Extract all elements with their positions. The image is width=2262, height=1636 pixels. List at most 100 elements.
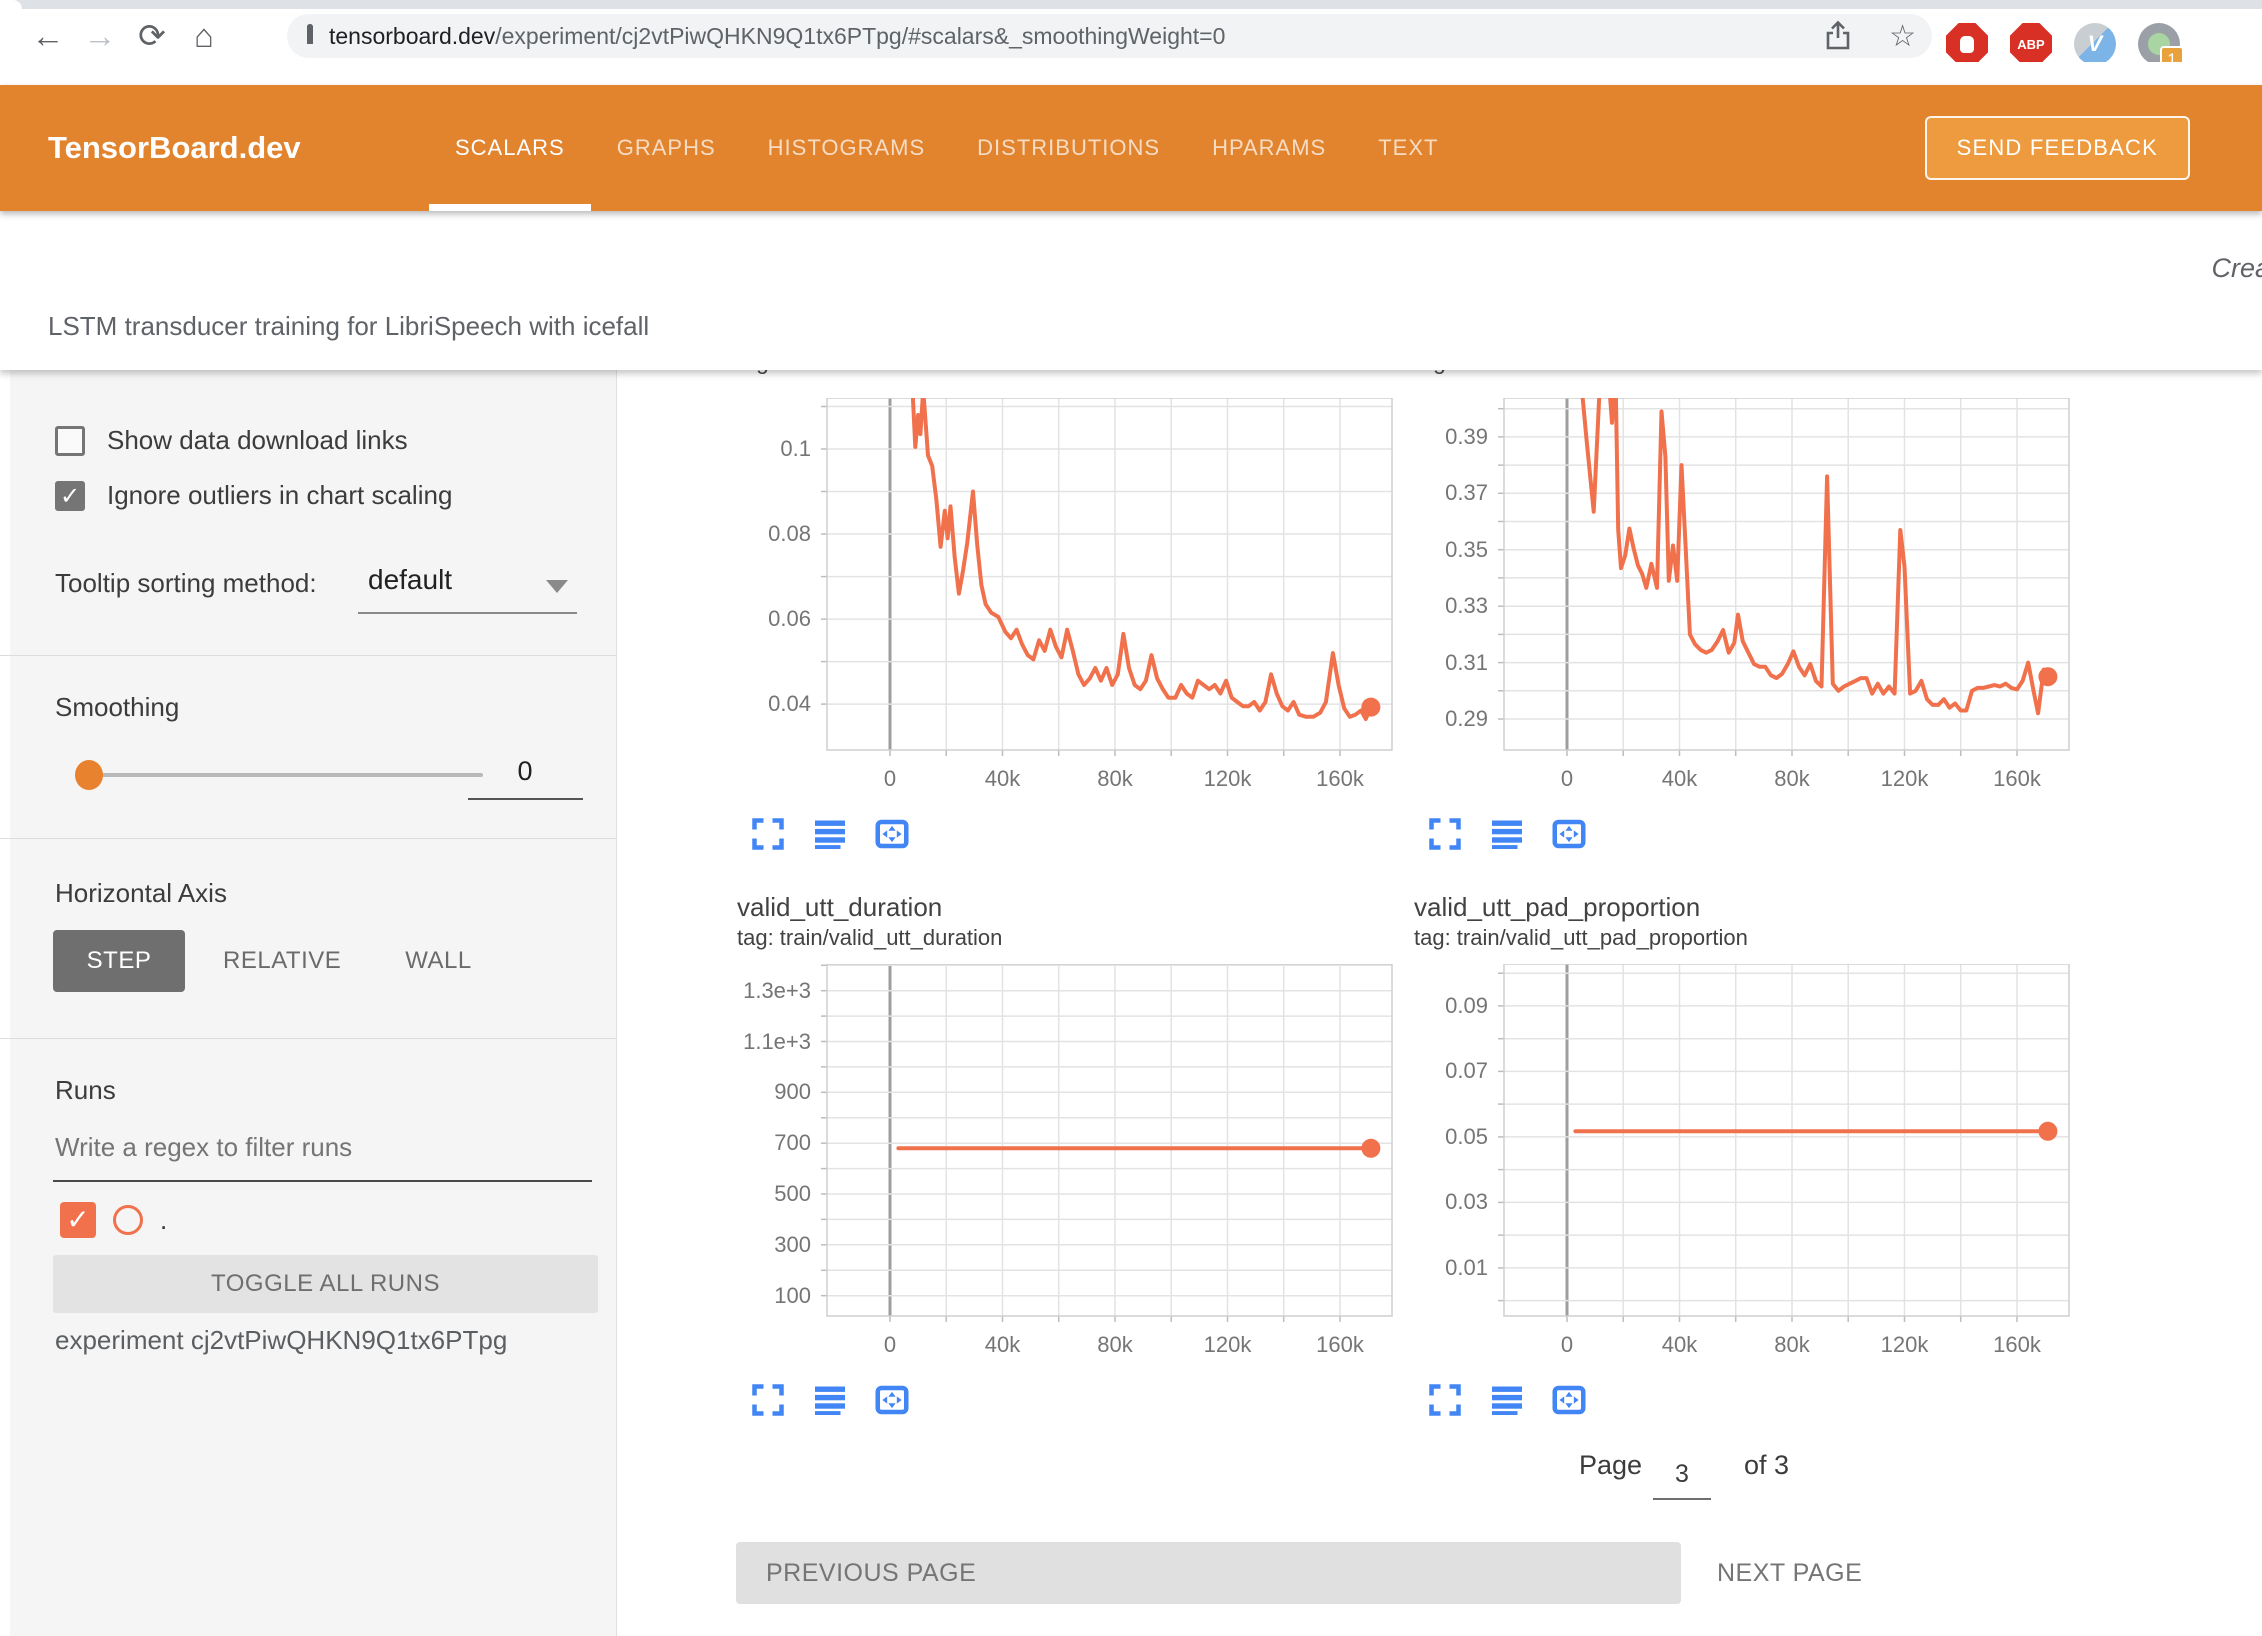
chevron-down-icon[interactable] bbox=[546, 580, 568, 593]
bookmark-star-icon[interactable]: ☆ bbox=[1889, 19, 1916, 54]
y-axis-tick-label: 0.08 bbox=[707, 521, 811, 547]
smoothing-slider-thumb[interactable] bbox=[75, 760, 103, 790]
run-checkbox-checked-icon[interactable]: ✓ bbox=[60, 1202, 96, 1238]
ignore-outliers-label: Ignore outliers in chart scaling bbox=[107, 480, 452, 511]
checkbox-checked-icon[interactable]: ✓ bbox=[55, 481, 85, 511]
show-download-links-checkbox-row[interactable]: Show data download links bbox=[55, 425, 408, 456]
expand-chart-icon[interactable] bbox=[748, 814, 788, 854]
x-axis-tick-label: 160k bbox=[1300, 1332, 1380, 1358]
back-icon[interactable]: ← bbox=[22, 12, 74, 60]
tab-graphs[interactable]: GRAPHS bbox=[617, 85, 716, 211]
tooltip-sorting-label: Tooltip sorting method: bbox=[55, 568, 317, 599]
pagination-total: of 3 bbox=[1744, 1450, 1789, 1481]
line-chart-svg bbox=[819, 398, 1400, 758]
appbar-nav: SCALARS GRAPHS HISTOGRAMS DISTRIBUTIONS … bbox=[455, 85, 1438, 211]
x-axis-tick-label: 0 bbox=[1527, 766, 1607, 792]
tab-scalars[interactable]: SCALARS bbox=[455, 85, 565, 211]
x-axis-tick-label: 40k bbox=[1639, 766, 1719, 792]
send-feedback-button[interactable]: SEND FEEDBACK bbox=[1925, 116, 2190, 180]
tab-text[interactable]: TEXT bbox=[1378, 85, 1438, 211]
line-chart-svg bbox=[819, 964, 1400, 1324]
x-axis-tick-label: 80k bbox=[1075, 766, 1155, 792]
toggle-y-axis-icon[interactable] bbox=[810, 814, 850, 854]
next-page-button[interactable]: NEXT PAGE bbox=[1717, 1542, 1862, 1604]
privacy-dot-extension-icon[interactable]: 1 bbox=[2138, 22, 2182, 66]
fit-domain-icon[interactable] bbox=[872, 814, 912, 854]
chart-actions bbox=[748, 814, 912, 854]
fit-domain-icon[interactable] bbox=[1549, 1380, 1589, 1420]
x-axis-tick-label: 80k bbox=[1075, 1332, 1155, 1358]
chart-valid-utt-duration: valid_utt_duration tag: train/valid_utt_… bbox=[707, 892, 1407, 1316]
page-number-underline bbox=[1653, 1498, 1711, 1500]
chart-plot-area[interactable] bbox=[827, 964, 1392, 1316]
x-axis-tick-label: 160k bbox=[1300, 766, 1380, 792]
lock-icon bbox=[307, 27, 313, 45]
toggle-y-axis-icon[interactable] bbox=[1487, 1380, 1527, 1420]
abp-extension-icon[interactable]: ABP bbox=[2010, 22, 2054, 66]
chart-plot-area[interactable] bbox=[1504, 398, 2069, 750]
checkbox-unchecked-icon[interactable] bbox=[55, 426, 85, 456]
forward-icon[interactable]: → bbox=[74, 12, 126, 60]
runs-filter-underline bbox=[53, 1180, 592, 1182]
pagination-label: Page bbox=[1579, 1450, 1642, 1481]
smoothing-slider-track[interactable] bbox=[85, 773, 483, 777]
clipped-chart-tag-left: tag: train/… bbox=[737, 370, 1167, 377]
v-extension-icon[interactable]: V bbox=[2074, 22, 2118, 66]
adblocker-hand-extension-icon[interactable] bbox=[1946, 22, 1990, 66]
home-icon[interactable]: ⌂ bbox=[178, 12, 230, 60]
x-axis-tick-label: 160k bbox=[1977, 1332, 2057, 1358]
clipped-chart-tag-right: tag: train/… bbox=[1414, 370, 1844, 377]
axis-wall-button[interactable]: WALL bbox=[405, 947, 471, 975]
axis-relative-button[interactable]: RELATIVE bbox=[223, 947, 341, 975]
tab-distributions[interactable]: DISTRIBUTIONS bbox=[977, 85, 1160, 211]
toggle-all-runs-button[interactable]: TOGGLE ALL RUNS bbox=[53, 1255, 598, 1313]
axis-step-button[interactable]: STEP bbox=[53, 930, 185, 992]
chart-top-right: 0.290.310.330.350.370.39040k80k120k160k bbox=[1384, 398, 2084, 750]
y-axis-tick-label: 0.04 bbox=[707, 691, 811, 717]
x-axis-tick-label: 120k bbox=[1187, 766, 1267, 792]
reload-icon[interactable]: ⟳ bbox=[126, 12, 178, 60]
y-axis-tick-label: 0.07 bbox=[1384, 1058, 1488, 1084]
smoothing-value-input[interactable]: 0 bbox=[470, 756, 580, 787]
page-number-input[interactable]: 3 bbox=[1653, 1460, 1711, 1489]
chart-plot-area[interactable] bbox=[1504, 964, 2069, 1316]
fit-domain-icon[interactable] bbox=[872, 1380, 912, 1420]
smoothing-label: Smoothing bbox=[55, 692, 179, 723]
settings-sidebar: Show data download links ✓ Ignore outlie… bbox=[0, 370, 617, 1636]
chart-top-left: 0.040.060.080.1040k80k120k160k bbox=[707, 398, 1407, 750]
smoothing-value-underline bbox=[468, 798, 583, 800]
tensorboard-logo: TensorBoard.dev bbox=[48, 85, 301, 211]
fit-domain-icon[interactable] bbox=[1549, 814, 1589, 854]
tab-histograms[interactable]: HISTOGRAMS bbox=[768, 85, 926, 211]
ignore-outliers-checkbox-row[interactable]: ✓ Ignore outliers in chart scaling bbox=[55, 480, 452, 511]
address-bar[interactable]: tensorboard.dev/experiment/cj2vtPiwQHKN9… bbox=[287, 14, 1932, 58]
tooltip-sorting-select[interactable]: default bbox=[368, 564, 452, 596]
chart-tag: tag: train/valid_utt_duration bbox=[737, 925, 1407, 955]
toggle-y-axis-icon[interactable] bbox=[810, 1380, 850, 1420]
y-axis-tick-label: 1.3e+3 bbox=[707, 978, 811, 1004]
chart-plot-area[interactable] bbox=[827, 398, 1392, 750]
y-axis-tick-label: 300 bbox=[707, 1232, 811, 1258]
runs-filter-input[interactable]: Write a regex to filter runs bbox=[55, 1132, 352, 1163]
url-text: tensorboard.dev/experiment/cj2vtPiwQHKN9… bbox=[329, 23, 1225, 50]
toggle-y-axis-icon[interactable] bbox=[1487, 814, 1527, 854]
expand-chart-icon[interactable] bbox=[1425, 1380, 1465, 1420]
run-name: . bbox=[160, 1205, 167, 1236]
previous-page-button[interactable]: PREVIOUS PAGE bbox=[736, 1542, 1681, 1604]
y-axis-tick-label: 0.39 bbox=[1384, 424, 1488, 450]
run-color-circle-icon[interactable] bbox=[113, 1205, 143, 1235]
y-axis-tick-label: 900 bbox=[707, 1079, 811, 1105]
x-axis-tick-label: 120k bbox=[1187, 1332, 1267, 1358]
chart-actions bbox=[748, 1380, 912, 1420]
y-axis-tick-label: 0.35 bbox=[1384, 537, 1488, 563]
browser-tab-strip bbox=[0, 0, 2262, 9]
x-axis-tick-label: 120k bbox=[1864, 1332, 1944, 1358]
y-axis-tick-label: 0.01 bbox=[1384, 1255, 1488, 1281]
cookie-extension-icon[interactable] bbox=[2204, 22, 2248, 66]
tab-hparams[interactable]: HPARAMS bbox=[1212, 85, 1326, 211]
expand-chart-icon[interactable] bbox=[1425, 814, 1465, 854]
expand-chart-icon[interactable] bbox=[748, 1380, 788, 1420]
browser-toolbar: ← → ⟳ ⌂ tensorboard.dev/experiment/cj2vt… bbox=[0, 9, 2262, 62]
share-icon[interactable] bbox=[1823, 12, 1863, 60]
sidebar-divider bbox=[0, 655, 617, 656]
